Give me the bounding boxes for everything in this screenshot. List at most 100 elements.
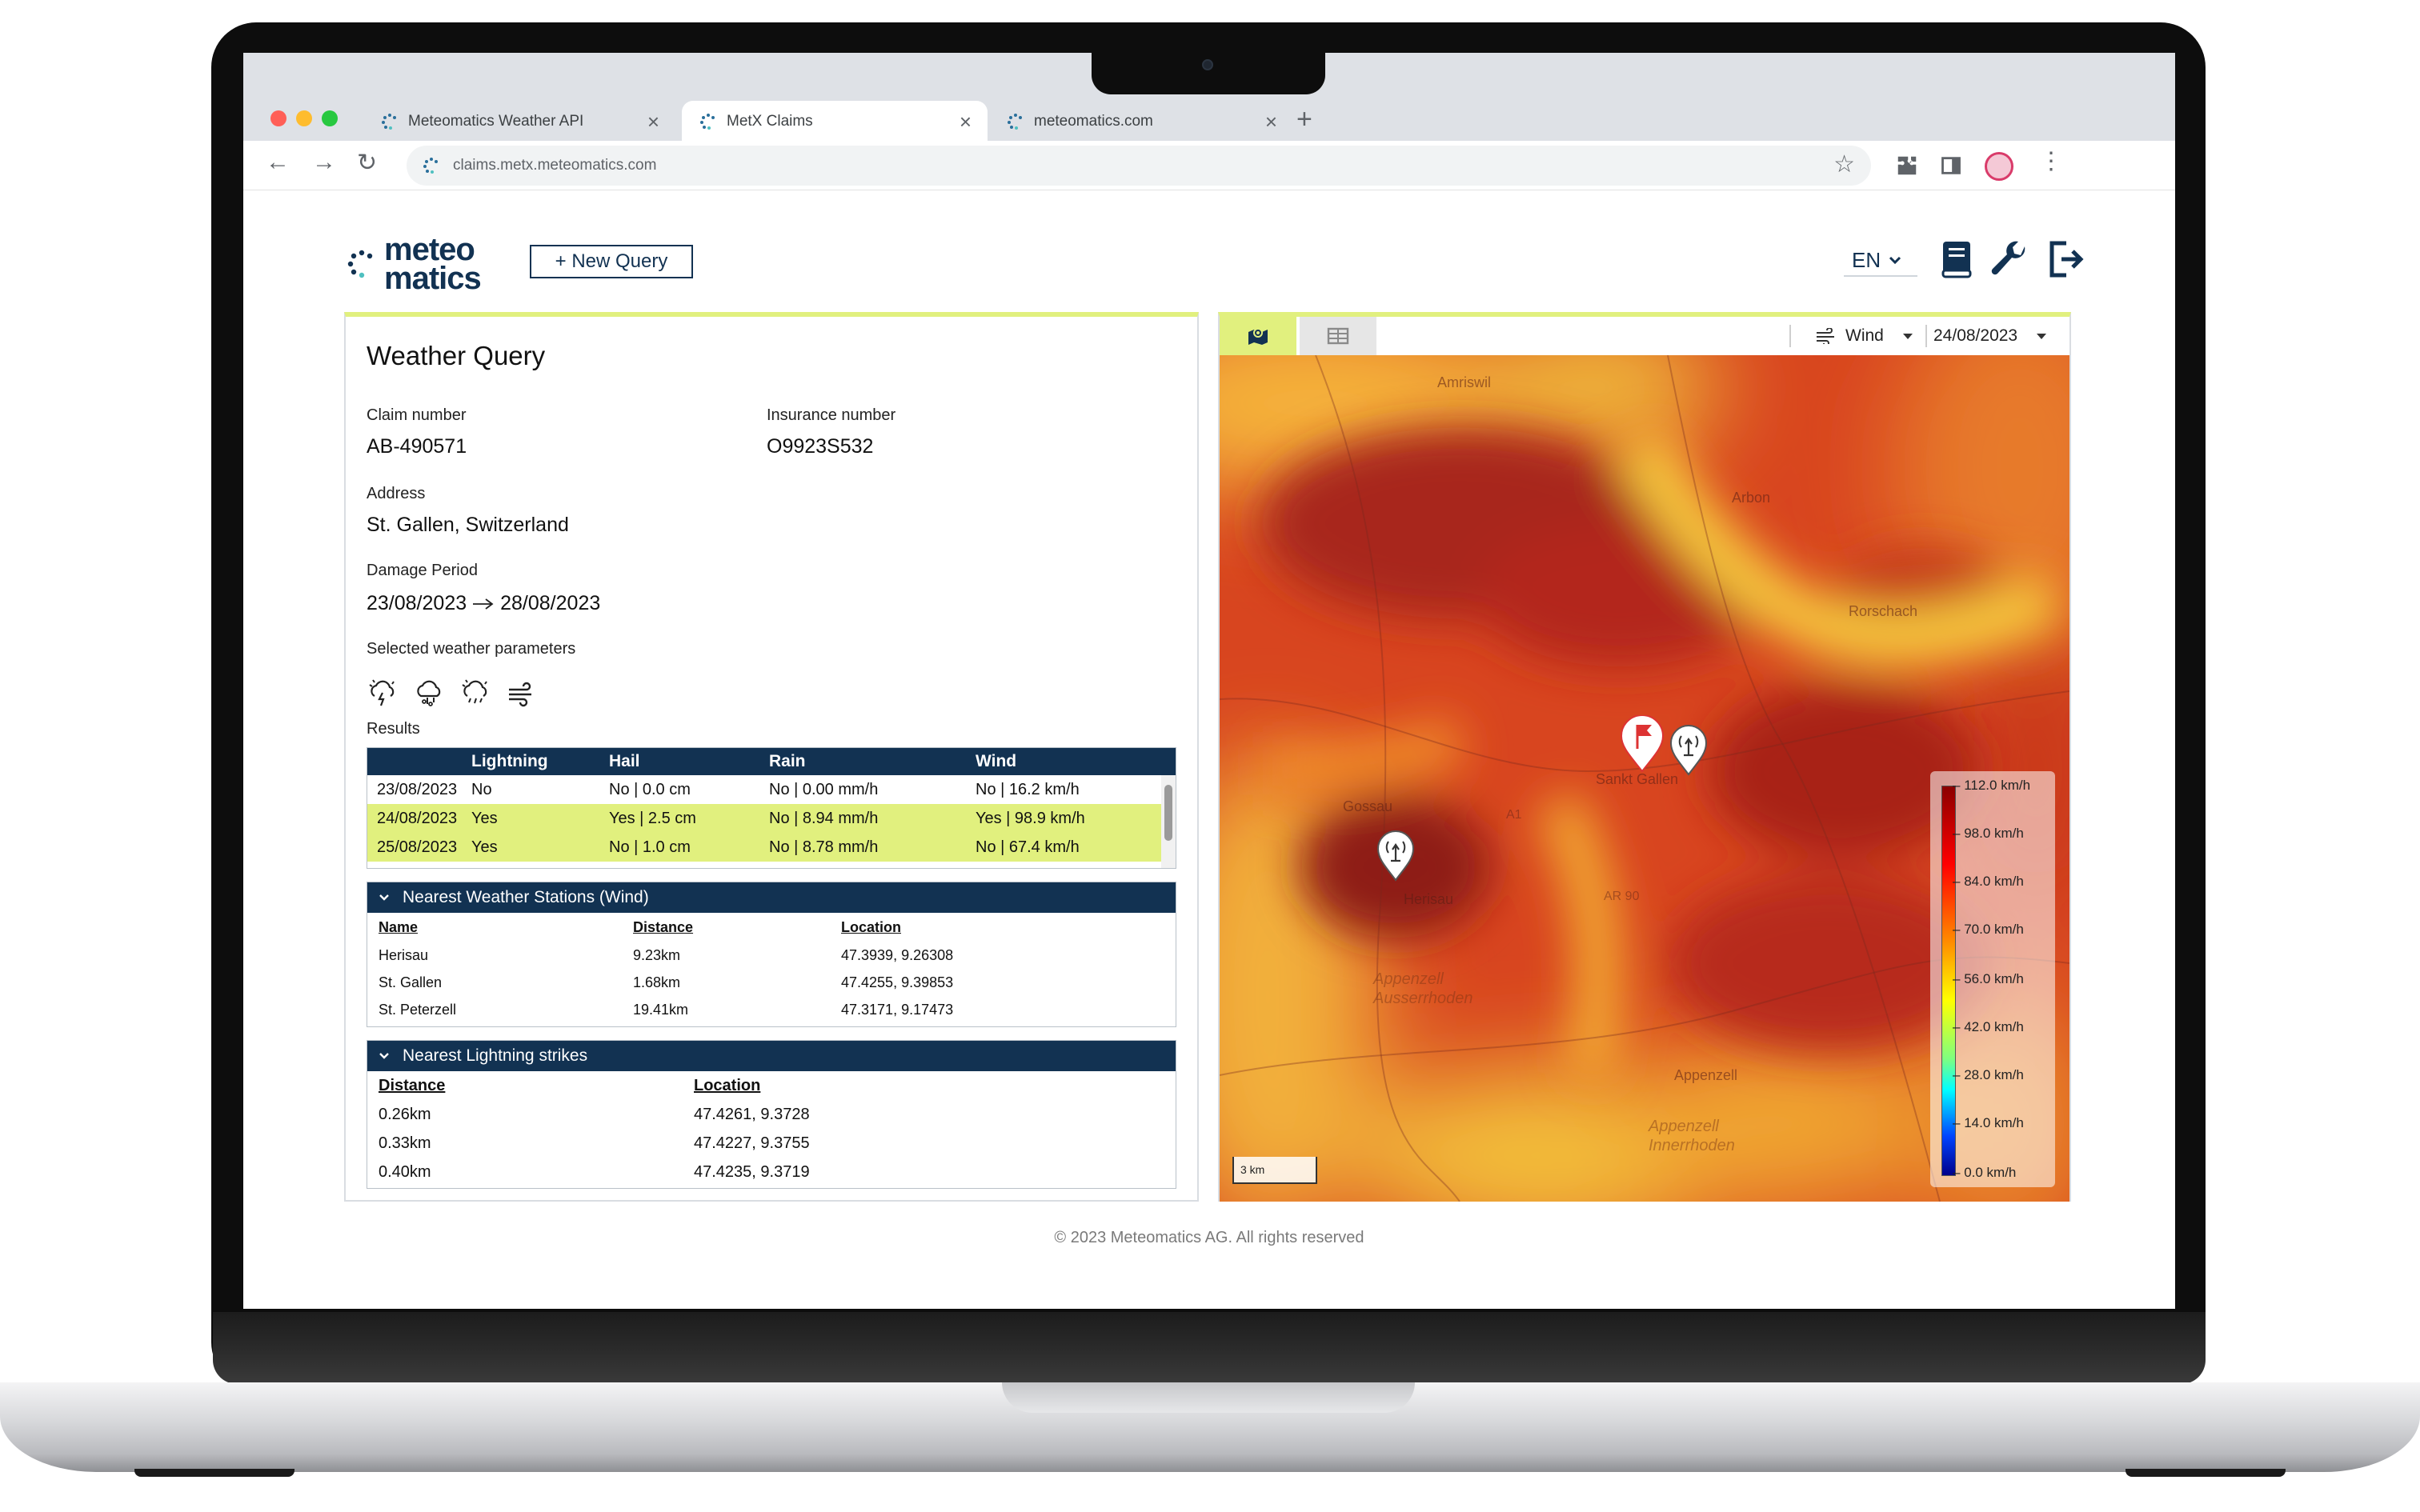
weather-station-pin-icon[interactable]	[1376, 830, 1415, 882]
zoom-window-button[interactable]	[322, 110, 338, 126]
language-value: EN	[1852, 247, 1881, 272]
legend-tick: – 56.0 km/h	[1953, 971, 2024, 986]
lightning-section-header[interactable]: Nearest Lightning strikes	[367, 1041, 1176, 1071]
lightning-title: Nearest Lightning strikes	[403, 1046, 588, 1065]
results-table: Lightning Hail Rain Wind 23/08/2023 No N…	[367, 747, 1176, 869]
list-item: St. Gallen 1.68km 47.4255, 9.39853	[379, 974, 954, 990]
list-item: 0.40km 47.4235, 9.3719	[379, 1162, 810, 1181]
new-query-button[interactable]: + New Query	[530, 245, 693, 278]
period-end: 28/08/2023	[500, 592, 601, 614]
claim-location-flag-pin-icon[interactable]	[1620, 715, 1665, 773]
parameter-value: Wind	[1845, 326, 1884, 345]
chevron-down-icon	[379, 894, 389, 901]
results-header-wind: Wind	[976, 752, 1017, 770]
table-row-highlighted[interactable]: 25/08/2023 Yes No | 1.0 cm No | 8.78 mm/…	[367, 833, 1176, 862]
map-label-rorschach: Rorschach	[1849, 603, 1918, 619]
list-item: Herisau 9.23km 47.3939, 9.26308	[379, 946, 954, 963]
table-icon	[1327, 327, 1349, 345]
legend-tick: – 70.0 km/h	[1953, 922, 2024, 937]
back-arrow-icon[interactable]: ←	[266, 149, 290, 176]
map-label-sankt-gallen: Sankt Gallen	[1596, 771, 1679, 787]
browser-tab[interactable]: meteomatics.com ×	[989, 101, 1293, 142]
date-select[interactable]: 24/08/2023	[1933, 323, 2048, 349]
results-header-hail: Hail	[609, 752, 640, 770]
wrench-icon[interactable]	[1989, 238, 2029, 280]
chevron-down-icon	[379, 1053, 389, 1059]
side-panel-icon[interactable]	[1940, 154, 1962, 177]
screen: Meteomatics Weather API × MetX Claims × …	[243, 53, 2175, 1309]
tab-title: meteomatics.com	[1034, 113, 1153, 130]
book-icon[interactable]	[1937, 238, 1977, 280]
laptop-foot	[2126, 1469, 2286, 1477]
list-item: 0.33km 47.4227, 9.3755	[379, 1134, 810, 1152]
damage-period-value: 23/08/2023 28/08/2023	[367, 592, 600, 615]
map-label-amriswil: Amriswil	[1437, 374, 1491, 390]
meteomatics-favicon-icon	[1008, 114, 1022, 130]
wind-speed-legend: – 112.0 km/h – 98.0 km/h – 84.0 km/h – 7…	[1930, 771, 2055, 1187]
divider	[1925, 325, 1927, 347]
close-tab-icon[interactable]: ×	[647, 110, 659, 134]
scrollbar-thumb[interactable]	[1164, 785, 1172, 841]
minimize-window-button[interactable]	[296, 110, 312, 126]
claim-number-value: AB-490571	[367, 435, 467, 458]
claim-number-label: Claim number	[367, 406, 467, 424]
tab-table-view[interactable]	[1300, 317, 1376, 355]
logo-text: meteo matics	[384, 232, 482, 296]
lightning-header-row: Distance Location	[379, 1076, 761, 1094]
period-start: 23/08/2023	[367, 592, 467, 614]
results-header-lightning: Lightning	[471, 752, 548, 770]
address-label: Address	[367, 485, 426, 502]
bookmark-star-icon[interactable]: ☆	[1833, 150, 1855, 178]
list-item: St. Peterzell 19.41km 47.3171, 9.17473	[379, 1001, 954, 1018]
browser-tab-active[interactable]: MetX Claims ×	[682, 101, 988, 142]
browser-menu-icon[interactable]: ⋮	[2039, 147, 2063, 175]
caret-down-icon	[2037, 334, 2047, 339]
map-label-road: AR 90	[1604, 890, 1640, 903]
wind-heatmap[interactable]: Amriswil Arbon Rorschach Gossau Sankt Ga…	[1220, 355, 2069, 1202]
tab-title: Meteomatics Weather API	[408, 113, 584, 130]
caret-down-icon	[1902, 334, 1913, 339]
table-row[interactable]: 23/08/2023 No No | 0.0 cm No | 0.00 mm/h…	[367, 775, 1176, 804]
language-select[interactable]: EN	[1844, 245, 1917, 277]
date-value: 24/08/2023	[1933, 326, 2018, 345]
list-item: 0.26km 47.4261, 9.3728	[379, 1105, 810, 1123]
tab-map-view[interactable]	[1220, 317, 1296, 355]
parameter-select[interactable]: Wind	[1815, 323, 1914, 349]
insurance-number-value: O9923S532	[767, 435, 874, 458]
legend-tick: – 0.0 km/h	[1953, 1165, 2017, 1180]
nearest-stations-section: Nearest Weather Stations (Wind) Name Dis…	[367, 882, 1176, 1027]
new-tab-icon[interactable]: +	[1296, 104, 1312, 135]
stations-section-header[interactable]: Nearest Weather Stations (Wind)	[367, 882, 1176, 913]
profile-avatar[interactable]	[1985, 152, 2013, 181]
tab-title: MetX Claims	[727, 113, 813, 130]
reload-icon[interactable]: ↻	[357, 149, 377, 177]
weather-station-pin-icon[interactable]	[1669, 725, 1708, 776]
address-value: St. Gallen, Switzerland	[367, 514, 569, 536]
results-scrollbar[interactable]	[1161, 775, 1176, 868]
table-row-highlighted[interactable]: 24/08/2023 Yes Yes | 2.5 cm No | 8.94 mm…	[367, 804, 1176, 833]
insurance-number-label: Insurance number	[767, 406, 896, 424]
close-window-button[interactable]	[270, 110, 286, 126]
panel-title: Weather Query	[367, 341, 546, 370]
meteomatics-logo[interactable]: meteo matics	[347, 232, 523, 299]
legend-tick: – 42.0 km/h	[1953, 1019, 2024, 1034]
map-label-appenzell: Appenzell	[1674, 1067, 1738, 1083]
map-icon	[1248, 328, 1268, 345]
laptop-foot	[134, 1469, 294, 1477]
extensions-puzzle-icon[interactable]	[1895, 154, 1919, 178]
laptop-mockup: Meteomatics Weather API × MetX Claims × …	[0, 0, 2420, 1512]
map-label-appenzell-innerrhoden: Appenzell Innerrhoden	[1649, 1118, 1735, 1154]
results-header-row: Lightning Hail Rain Wind	[367, 748, 1176, 775]
address-bar[interactable]: claims.metx.meteomatics.com ☆	[407, 146, 1871, 186]
forward-arrow-icon[interactable]: →	[312, 149, 336, 176]
logout-icon[interactable]	[2045, 238, 2085, 280]
window-controls	[270, 110, 338, 126]
map-label-arbon: Arbon	[1732, 490, 1771, 506]
close-tab-icon[interactable]: ×	[1265, 110, 1277, 134]
parameter-icons	[367, 677, 538, 709]
legend-tick: – 14.0 km/h	[1953, 1115, 2024, 1130]
browser-tab[interactable]: Meteomatics Weather API ×	[363, 101, 675, 142]
copyright-footer: © 2023 Meteomatics AG. All rights reserv…	[1054, 1229, 1364, 1246]
legend-tick: – 28.0 km/h	[1953, 1067, 2024, 1082]
close-tab-icon[interactable]: ×	[960, 110, 972, 134]
